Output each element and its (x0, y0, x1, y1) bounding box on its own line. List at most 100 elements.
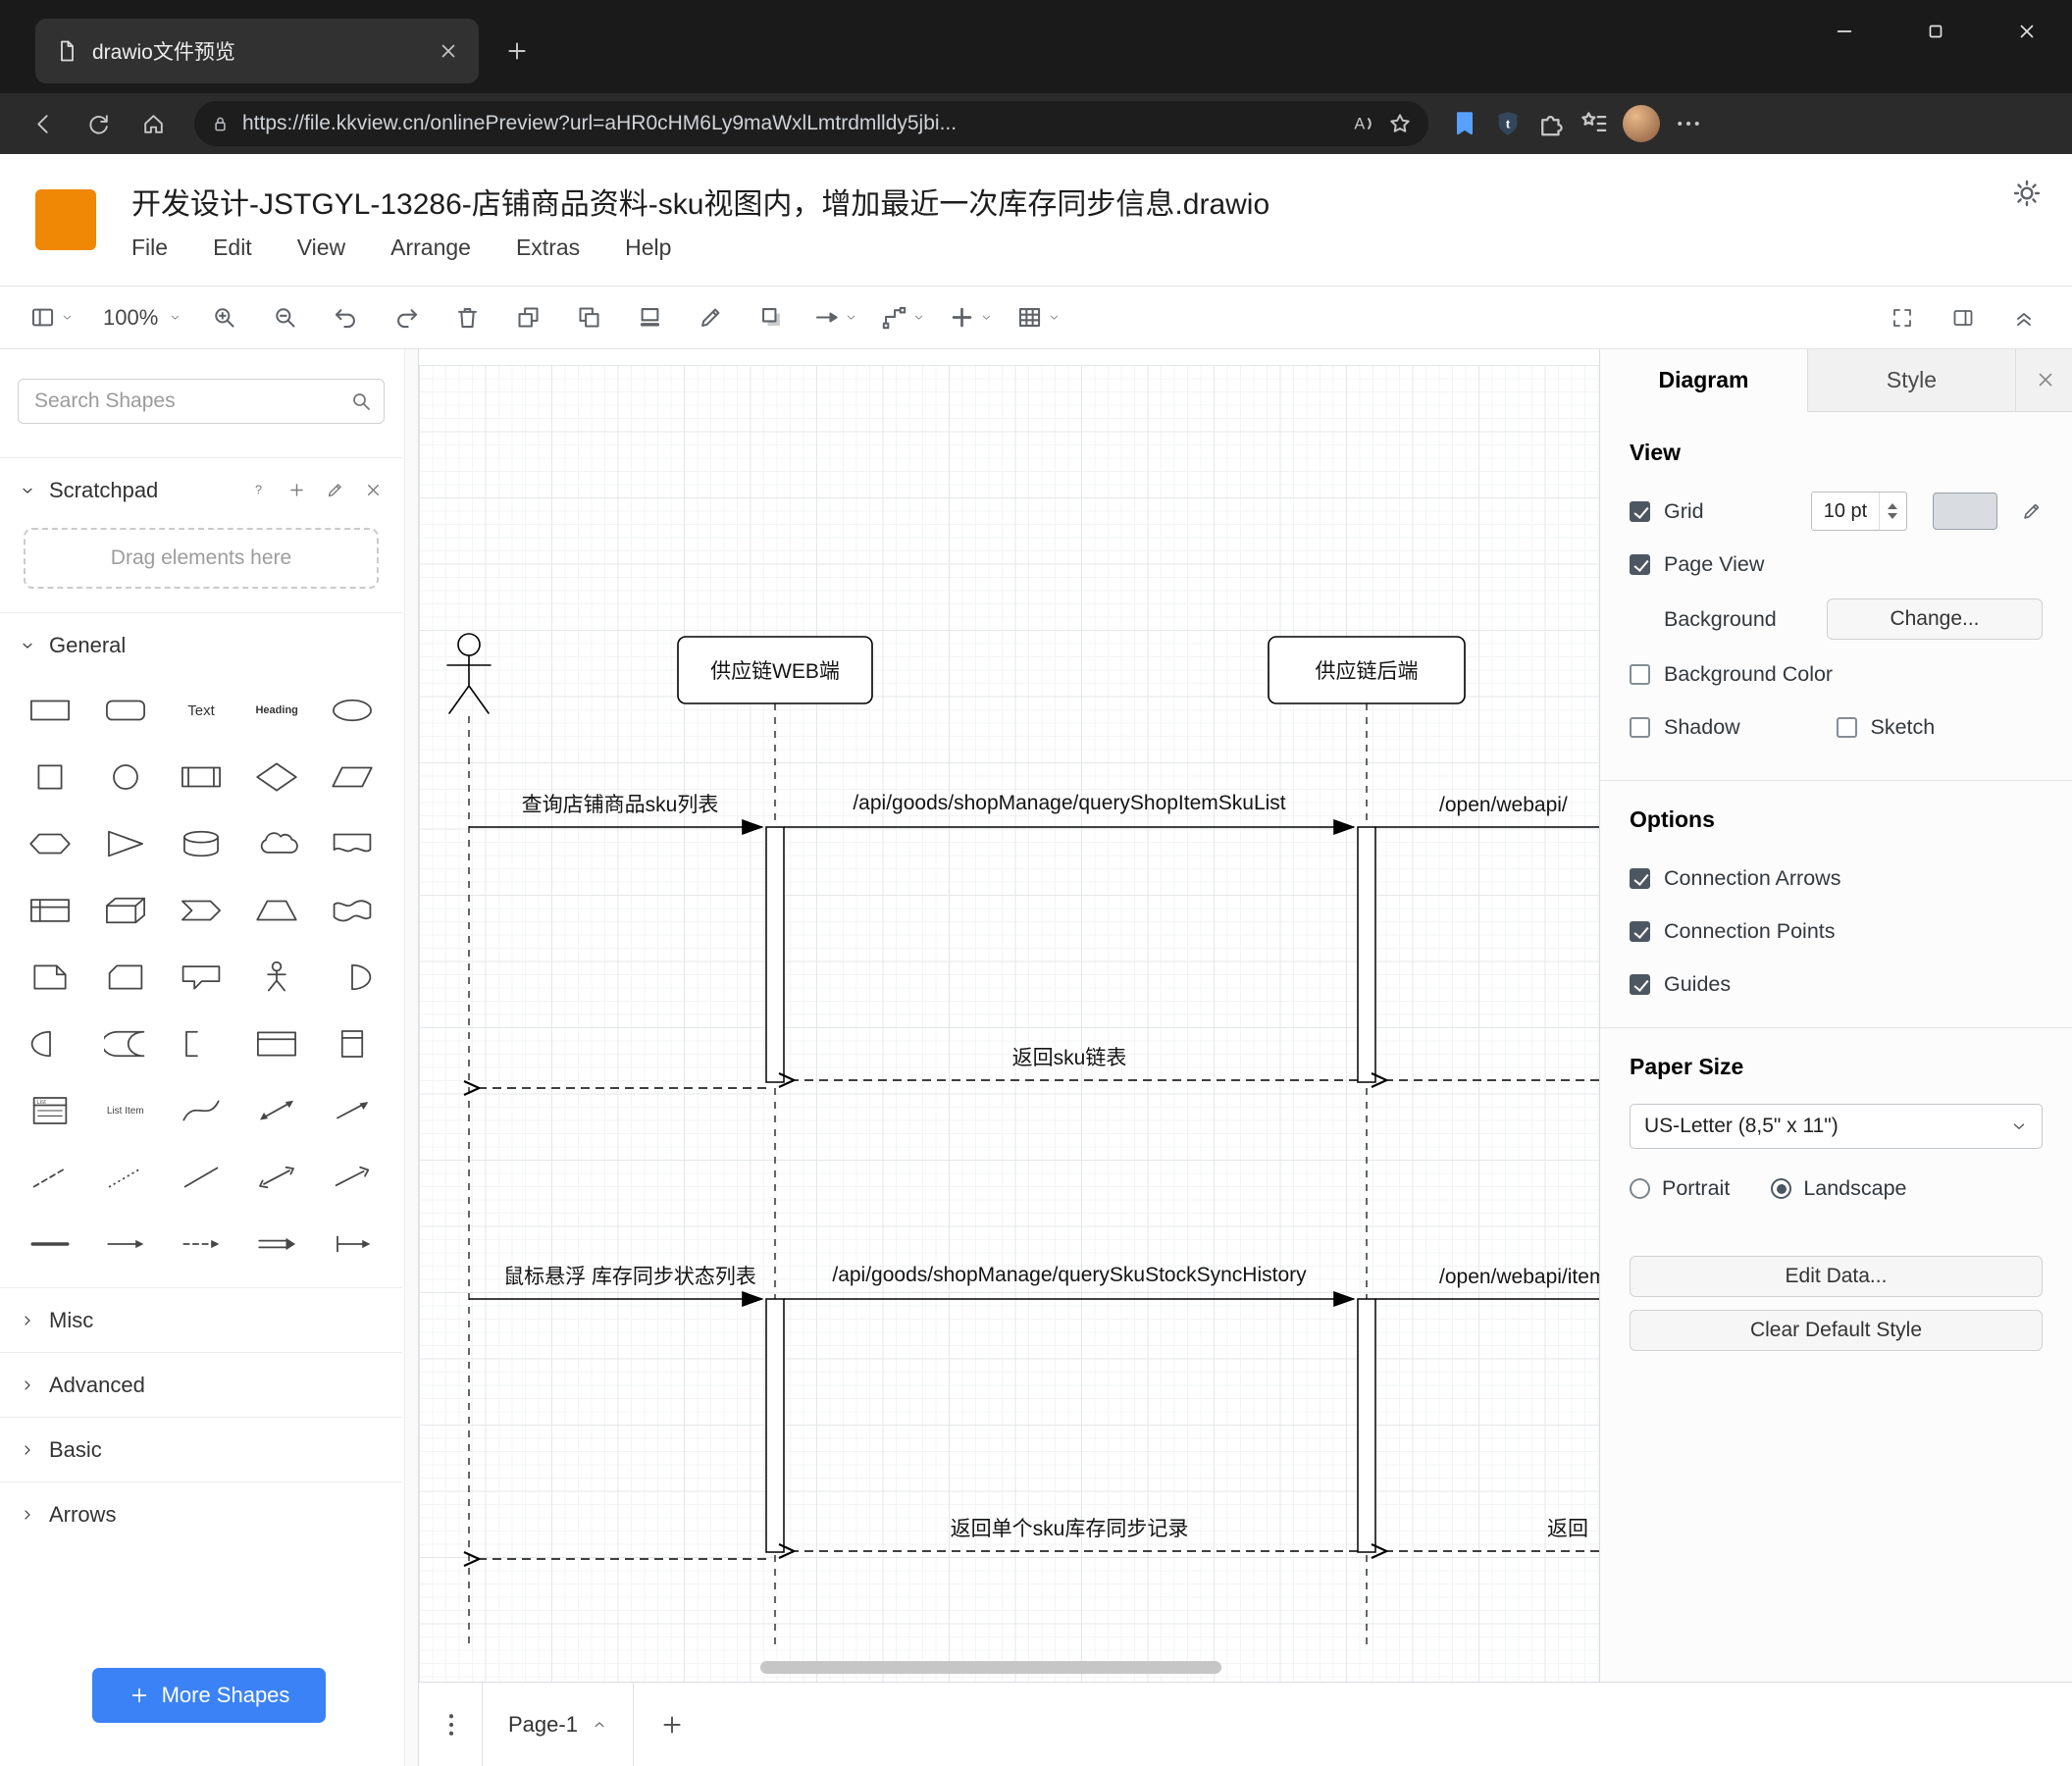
shape-data-storage[interactable] (87, 1022, 163, 1065)
horizontal-scrollbar[interactable] (760, 1661, 1221, 1674)
shape-list[interactable]: List (12, 1089, 87, 1132)
window-minimize-button[interactable] (1798, 0, 1890, 63)
shape-dotted-line[interactable] (87, 1156, 163, 1199)
shape-double-arrow[interactable] (239, 1222, 315, 1266)
close-scratchpad-icon[interactable] (364, 481, 383, 499)
extensions-icon[interactable] (1536, 109, 1566, 138)
shape-vertical-container[interactable] (315, 1022, 390, 1065)
add-scratchpad-icon[interactable] (287, 481, 306, 499)
shadow-checkbox[interactable] (1630, 716, 1650, 738)
shape-circle[interactable] (87, 755, 163, 799)
search-icon[interactable] (349, 390, 373, 413)
shape-triangle[interactable] (87, 822, 163, 865)
shape-bidirectional-connector[interactable] (239, 1156, 315, 1199)
shape-heading[interactable]: Heading (239, 689, 315, 732)
shape-directional-connector[interactable] (315, 1156, 390, 1199)
view-panel-button[interactable] (26, 295, 78, 340)
section-general[interactable]: General (0, 612, 402, 677)
actor-figure[interactable] (446, 633, 492, 714)
more-shapes-button[interactable]: More Shapes (92, 1668, 326, 1723)
zoom-out-button[interactable] (262, 295, 307, 340)
shape-connector[interactable] (315, 1222, 390, 1266)
refresh-button[interactable] (71, 100, 126, 147)
waypoints-button[interactable] (877, 295, 929, 340)
new-tab-button[interactable] (504, 38, 530, 64)
section-arrows[interactable]: Arrows (0, 1481, 402, 1546)
shadow-button[interactable] (749, 295, 794, 340)
tab-diagram[interactable]: Diagram (1600, 349, 1808, 412)
shape-list-item[interactable]: List Item (87, 1089, 163, 1132)
tab-close-icon[interactable] (438, 40, 459, 62)
section-basic[interactable]: Basic (0, 1417, 402, 1481)
page-view-checkbox[interactable] (1630, 553, 1650, 575)
url-text[interactable]: https://file.kkview.cn/onlinePreview?url… (242, 112, 1338, 135)
insert-button[interactable] (945, 295, 997, 340)
sidebar-scrollbar[interactable] (404, 349, 418, 1766)
add-page-button[interactable] (659, 1712, 685, 1738)
window-maximize-button[interactable] (1890, 0, 1981, 63)
page-tab[interactable]: Page-1 (482, 1683, 634, 1766)
shape-dashed-line[interactable] (12, 1156, 87, 1199)
shape-internal-storage[interactable] (12, 889, 87, 932)
section-advanced[interactable]: Advanced (0, 1352, 402, 1417)
read-aloud-icon[interactable]: A (1350, 111, 1375, 136)
shape-trapezoid[interactable] (239, 889, 315, 932)
menu-edit[interactable]: Edit (213, 234, 252, 261)
sequence-diagram[interactable]: 供应链WEB端 供应链后端 查询店铺商品sku列表 /api/goods/sho… (419, 349, 1599, 1682)
shape-callout[interactable] (163, 956, 238, 999)
browser-menu-icon[interactable] (1674, 109, 1703, 138)
shape-horizontal-line[interactable] (12, 1222, 87, 1266)
shape-step[interactable] (163, 889, 238, 932)
lock-icon[interactable] (210, 114, 231, 134)
help-icon[interactable]: ? (249, 481, 268, 499)
menu-view[interactable]: View (297, 234, 345, 261)
shape-line[interactable] (163, 1156, 238, 1199)
shape-note[interactable] (12, 956, 87, 999)
change-background-button[interactable]: Change... (1827, 598, 2043, 640)
shape-process[interactable] (163, 755, 238, 799)
shape-actor[interactable] (239, 956, 315, 999)
shape-bidirectional-arrow[interactable] (239, 1089, 315, 1132)
tab-style[interactable]: Style (1808, 349, 2016, 411)
shape-thin-arrow[interactable] (87, 1222, 163, 1266)
home-button[interactable] (126, 100, 181, 147)
shape-curve[interactable] (163, 1089, 238, 1132)
shape-annotation[interactable] (163, 1022, 238, 1065)
shape-or[interactable] (315, 956, 390, 999)
shape-arrow[interactable] (315, 1089, 390, 1132)
sketch-checkbox[interactable] (1836, 716, 1857, 738)
shape-ellipse[interactable] (315, 689, 390, 732)
landscape-radio[interactable] (1771, 1178, 1792, 1199)
search-shapes-input[interactable] (18, 379, 385, 424)
shape-rectangle[interactable] (12, 689, 87, 732)
guides-checkbox[interactable] (1630, 973, 1650, 995)
edit-scratchpad-icon[interactable] (326, 481, 344, 499)
menu-help[interactable]: Help (625, 234, 671, 261)
activation-web-2[interactable] (765, 1298, 785, 1553)
zoom-level-button[interactable]: 100% (93, 295, 185, 340)
favorite-star-icon[interactable] (1387, 111, 1413, 136)
shape-rounded-rectangle[interactable] (87, 689, 163, 732)
shape-tape[interactable] (315, 889, 390, 932)
fill-color-button[interactable] (627, 295, 672, 340)
scratchpad-header[interactable]: Scratchpad ? (0, 457, 402, 522)
grid-checkbox[interactable] (1630, 500, 1650, 522)
activation-backend-1[interactable] (1357, 826, 1376, 1083)
scratchpad-dropzone[interactable]: Drag elements here (24, 528, 379, 589)
shape-card[interactable] (87, 956, 163, 999)
menu-extras[interactable]: Extras (516, 234, 580, 261)
background-color-checkbox[interactable] (1630, 663, 1650, 685)
drawing-canvas[interactable]: 供应链WEB端 供应链后端 查询店铺商品sku列表 /api/goods/sho… (419, 349, 1599, 1682)
shape-hexagon[interactable] (12, 822, 87, 865)
menu-file[interactable]: File (131, 234, 168, 261)
line-color-button[interactable] (688, 295, 733, 340)
delete-button[interactable] (444, 295, 490, 340)
shape-document[interactable] (315, 822, 390, 865)
shape-square[interactable] (12, 755, 87, 799)
to-front-button[interactable] (505, 295, 550, 340)
shape-cloud[interactable] (239, 822, 315, 865)
activation-backend-2[interactable] (1357, 1298, 1376, 1553)
pages-menu-button[interactable] (437, 1710, 466, 1740)
favorites-icon[interactable] (1580, 109, 1609, 138)
activation-web-1[interactable] (765, 826, 785, 1083)
